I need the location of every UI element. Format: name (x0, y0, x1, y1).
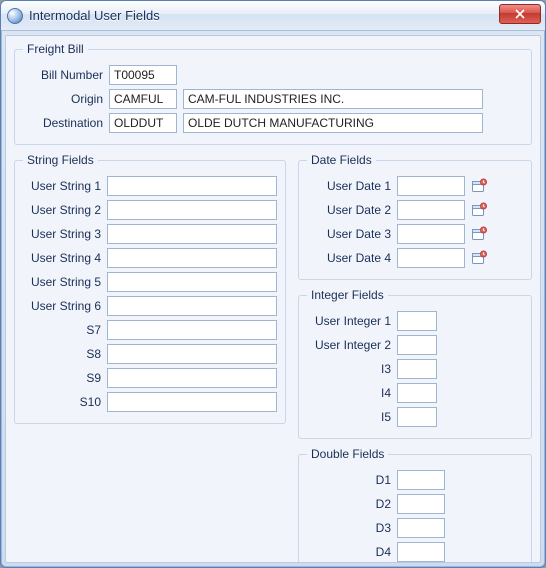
int-label: I5 (307, 410, 397, 424)
date-picker-button[interactable] (471, 202, 487, 218)
string-label: S9 (23, 371, 107, 385)
double-fields-group: Double Fields D1 D2 D3 D4 D5 (298, 447, 532, 563)
destination-code-input[interactable] (109, 113, 177, 133)
user-integer-2-input[interactable] (397, 335, 437, 355)
client-area: Freight Bill Bill Number Origin Destinat… (5, 35, 541, 563)
s10-input[interactable] (107, 392, 277, 412)
i4-input[interactable] (397, 383, 437, 403)
int-label: User Integer 1 (307, 314, 397, 328)
calendar-icon (471, 178, 487, 194)
app-icon (7, 8, 23, 24)
date-label: User Date 3 (307, 227, 397, 241)
date-label: User Date 2 (307, 203, 397, 217)
integer-fields-group: Integer Fields User Integer 1 User Integ… (298, 288, 532, 439)
date-picker-button[interactable] (471, 250, 487, 266)
user-string-1-input[interactable] (107, 176, 277, 196)
date-picker-button[interactable] (471, 226, 487, 242)
string-label: User String 1 (23, 179, 107, 193)
d3-input[interactable] (397, 518, 445, 538)
user-string-2-input[interactable] (107, 200, 277, 220)
int-label: I4 (307, 386, 397, 400)
user-date-1-input[interactable] (397, 176, 465, 196)
window-title: Intermodal User Fields (29, 8, 160, 23)
origin-code-input[interactable] (109, 89, 177, 109)
dbl-label: D3 (307, 521, 397, 535)
string-fields-legend: String Fields (23, 153, 98, 167)
close-button[interactable] (499, 4, 541, 24)
dbl-label: D1 (307, 473, 397, 487)
user-string-5-input[interactable] (107, 272, 277, 292)
origin-label: Origin (23, 92, 109, 106)
double-fields-legend: Double Fields (307, 447, 388, 461)
s9-input[interactable] (107, 368, 277, 388)
date-picker-button[interactable] (471, 178, 487, 194)
string-label: User String 5 (23, 275, 107, 289)
date-fields-group: Date Fields User Date 1 User Date 2 User… (298, 153, 532, 280)
string-label: User String 3 (23, 227, 107, 241)
destination-desc-input[interactable] (183, 113, 483, 133)
string-label: S10 (23, 395, 107, 409)
s8-input[interactable] (107, 344, 277, 364)
d2-input[interactable] (397, 494, 445, 514)
string-label: S8 (23, 347, 107, 361)
int-label: I3 (307, 362, 397, 376)
user-string-3-input[interactable] (107, 224, 277, 244)
string-fields-group: String Fields User String 1 User String … (14, 153, 286, 424)
close-icon (515, 9, 525, 19)
title-bar[interactable]: Intermodal User Fields (1, 1, 545, 31)
string-label: S7 (23, 323, 107, 337)
user-date-4-input[interactable] (397, 248, 465, 268)
calendar-icon (471, 250, 487, 266)
user-string-4-input[interactable] (107, 248, 277, 268)
calendar-icon (471, 202, 487, 218)
user-date-2-input[interactable] (397, 200, 465, 220)
calendar-icon (471, 226, 487, 242)
date-label: User Date 4 (307, 251, 397, 265)
destination-label: Destination (23, 116, 109, 130)
d1-input[interactable] (397, 470, 445, 490)
bill-number-input[interactable] (109, 65, 177, 85)
int-label: User Integer 2 (307, 338, 397, 352)
integer-fields-legend: Integer Fields (307, 288, 388, 302)
date-fields-legend: Date Fields (307, 153, 376, 167)
i5-input[interactable] (397, 407, 437, 427)
dbl-label: D2 (307, 497, 397, 511)
bill-number-label: Bill Number (23, 68, 109, 82)
s7-input[interactable] (107, 320, 277, 340)
origin-desc-input[interactable] (183, 89, 483, 109)
user-date-3-input[interactable] (397, 224, 465, 244)
d4-input[interactable] (397, 542, 445, 562)
string-label: User String 2 (23, 203, 107, 217)
user-string-6-input[interactable] (107, 296, 277, 316)
freight-bill-group: Freight Bill Bill Number Origin Destinat… (14, 42, 532, 145)
date-label: User Date 1 (307, 179, 397, 193)
string-label: User String 4 (23, 251, 107, 265)
freight-bill-legend: Freight Bill (23, 42, 88, 56)
i3-input[interactable] (397, 359, 437, 379)
user-integer-1-input[interactable] (397, 311, 437, 331)
window-frame: Intermodal User Fields Freight Bill Bill… (0, 0, 546, 568)
string-label: User String 6 (23, 299, 107, 313)
dbl-label: D4 (307, 545, 397, 559)
